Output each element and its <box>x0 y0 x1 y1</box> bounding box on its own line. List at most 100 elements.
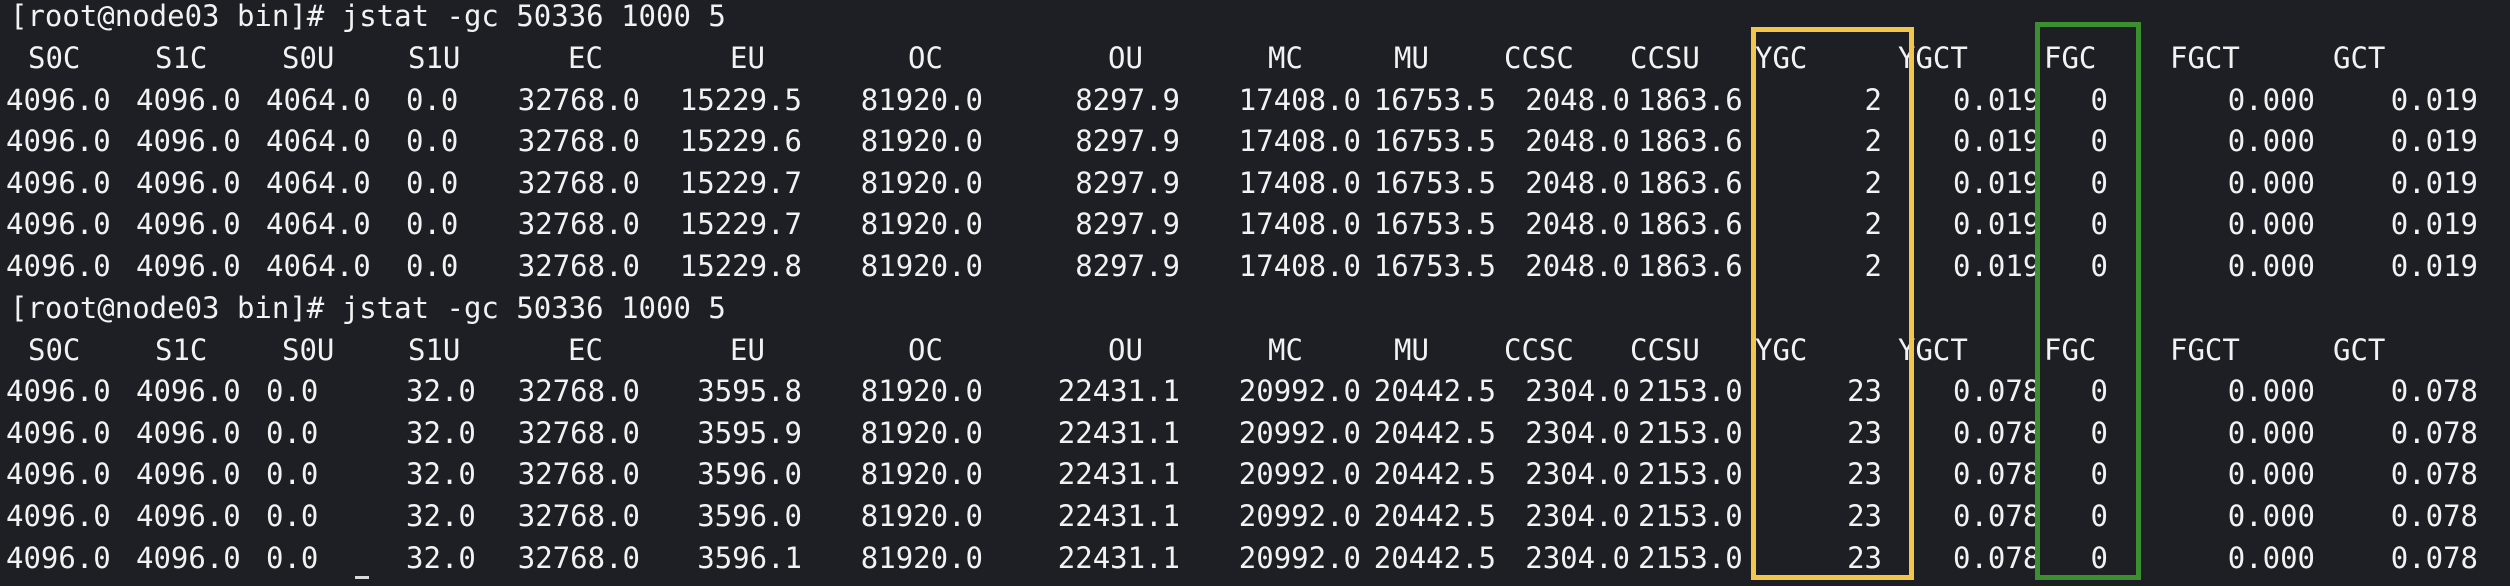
table-cell: 4064.0 <box>266 166 371 200</box>
column-header: MC <box>1268 333 1303 367</box>
table-cell: 0 <box>2090 166 2108 200</box>
table-cell: 4096.0 <box>136 83 241 117</box>
table-cell: 0 <box>2090 499 2108 533</box>
stats-data-row: 4096.0 4096.0 4064.0 0.0 32768.0 15229.8 81920… <box>0 246 2510 287</box>
table-cell: 0.019 <box>1953 83 2041 117</box>
table-cell: 4064.0 <box>266 124 371 158</box>
table-cell: 32.0 <box>406 374 476 408</box>
stats-data-row: 4096.0 4096.0 0.0 32.0 32768.0 3595.9 81920.0 2… <box>0 413 2510 454</box>
table-cell: 81920.0 <box>860 166 983 200</box>
table-cell: 2048.0 <box>1525 207 1630 241</box>
table-cell: 0.0 <box>266 416 319 450</box>
table-cell: 0 <box>2090 83 2108 117</box>
table-cell: 2048.0 <box>1525 83 1630 117</box>
table-cell: 15229.7 <box>679 166 802 200</box>
table-cell: 2304.0 <box>1525 374 1630 408</box>
table-cell: 32768.0 <box>517 416 640 450</box>
column-header: CCSU <box>1630 333 1700 367</box>
table-cell: 0 <box>2090 541 2108 575</box>
table-cell: 20992.0 <box>1238 457 1361 491</box>
table-cell: 32.0 <box>406 541 476 575</box>
table-cell: 1863.6 <box>1638 249 1743 283</box>
table-cell: 0.019 <box>2390 124 2478 158</box>
column-header: MU <box>1394 41 1429 75</box>
terminal-window[interactable]: [root@node03 bin]# jstat -gc 50336 1000 … <box>0 0 2510 586</box>
table-cell: 3596.1 <box>697 541 802 575</box>
column-header: CCSC <box>1504 333 1574 367</box>
table-cell: 0.078 <box>2390 374 2478 408</box>
table-cell: 4096.0 <box>6 457 111 491</box>
column-header: EU <box>730 41 765 75</box>
table-cell: 32768.0 <box>517 249 640 283</box>
table-cell: 2 <box>1864 249 1882 283</box>
table-cell: 0.019 <box>1953 207 2041 241</box>
table-cell: 81920.0 <box>860 249 983 283</box>
table-cell: 2 <box>1864 166 1882 200</box>
stats-data-row: 4096.0 4096.0 0.0 32.0 32768.0 3596.1 81920.0 2… <box>0 538 2510 579</box>
text-cursor <box>355 576 369 579</box>
table-cell: 81920.0 <box>860 207 983 241</box>
column-header: CCSU <box>1630 41 1700 75</box>
column-header: FGCT <box>2170 333 2240 367</box>
column-header: GCT <box>2333 41 2386 75</box>
table-cell: 4096.0 <box>136 541 241 575</box>
stats-data-row: 4096.0 4096.0 0.0 32.0 32768.0 3596.0 81920.0 2… <box>0 454 2510 495</box>
table-cell: 0.0 <box>266 499 319 533</box>
table-cell: 4096.0 <box>6 83 111 117</box>
table-cell: 22431.1 <box>1057 374 1180 408</box>
table-cell: 81920.0 <box>860 374 983 408</box>
table-cell: 32768.0 <box>517 541 640 575</box>
table-cell: 15229.7 <box>679 207 802 241</box>
stats-header-row: S0C S1C S0U S1U EC EU OC OU MC MU CCSC CCSU YGC YGCT F… <box>0 38 2510 79</box>
table-cell: 20992.0 <box>1238 541 1361 575</box>
table-cell: 0.000 <box>2227 499 2315 533</box>
stats-header-row: S0C S1C S0U S1U EC EU OC OU MC MU CCSC CCSU YGC YGCT F… <box>0 330 2510 371</box>
table-cell: 0.0 <box>406 124 459 158</box>
table-cell: 16753.5 <box>1373 124 1496 158</box>
table-cell: 3596.0 <box>697 499 802 533</box>
column-header: FGCT <box>2170 41 2240 75</box>
stats-data-row: 4096.0 4096.0 4064.0 0.0 32768.0 15229.7 81920… <box>0 163 2510 204</box>
table-cell: 0.019 <box>2390 166 2478 200</box>
table-cell: 2048.0 <box>1525 124 1630 158</box>
table-cell: 20992.0 <box>1238 374 1361 408</box>
table-cell: 4096.0 <box>6 499 111 533</box>
column-header: OC <box>908 41 943 75</box>
table-cell: 0.000 <box>2227 83 2315 117</box>
column-header: MC <box>1268 41 1303 75</box>
table-cell: 0.0 <box>266 374 319 408</box>
table-cell: 4096.0 <box>136 124 241 158</box>
table-cell: 15229.6 <box>679 124 802 158</box>
table-cell: 32768.0 <box>517 83 640 117</box>
table-cell: 0.000 <box>2227 374 2315 408</box>
table-cell: 17408.0 <box>1238 83 1361 117</box>
table-cell: 1863.6 <box>1638 83 1743 117</box>
table-cell: 32768.0 <box>517 207 640 241</box>
column-header: YGCT <box>1898 41 1968 75</box>
table-cell: 0.078 <box>2390 457 2478 491</box>
table-cell: 4064.0 <box>266 249 371 283</box>
table-cell: 23 <box>1847 416 1882 450</box>
column-header: S0C <box>28 41 81 75</box>
table-cell: 0.0 <box>406 249 459 283</box>
table-cell: 16753.5 <box>1373 249 1496 283</box>
column-header: S1U <box>408 333 461 367</box>
table-cell: 4096.0 <box>136 166 241 200</box>
table-cell: 0 <box>2090 457 2108 491</box>
table-cell: 3595.8 <box>697 374 802 408</box>
table-cell: 4096.0 <box>6 541 111 575</box>
command-prompt: [root@node03 bin]# jstat -gc 50336 1000 … <box>10 0 726 33</box>
stats-data-row: 4096.0 4096.0 0.0 32.0 32768.0 3596.0 81920.0 2… <box>0 496 2510 537</box>
table-cell: 17408.0 <box>1238 207 1361 241</box>
stats-data-row: 4096.0 4096.0 0.0 32.0 32768.0 3595.8 81920.0 2… <box>0 371 2510 412</box>
table-cell: 32768.0 <box>517 499 640 533</box>
table-cell: 0 <box>2090 207 2108 241</box>
table-cell: 32.0 <box>406 499 476 533</box>
table-cell: 15229.8 <box>679 249 802 283</box>
column-header: FGC <box>2044 41 2097 75</box>
table-cell: 2048.0 <box>1525 166 1630 200</box>
table-cell: 4096.0 <box>6 249 111 283</box>
table-cell: 32768.0 <box>517 457 640 491</box>
table-cell: 0.078 <box>1953 457 2041 491</box>
column-header: OU <box>1108 333 1143 367</box>
